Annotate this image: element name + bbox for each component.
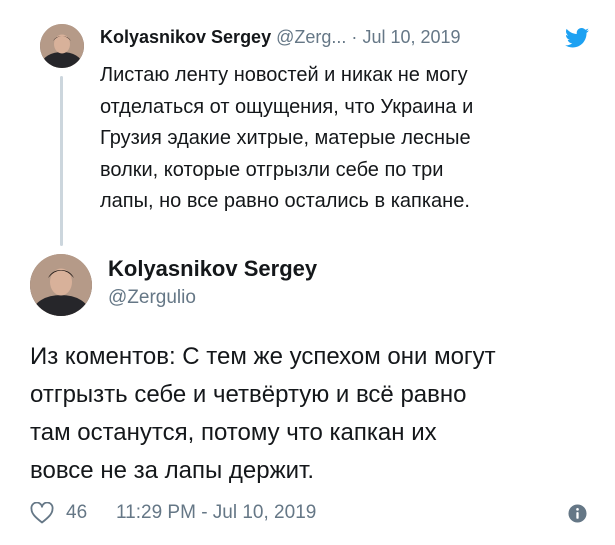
like-count[interactable]: 46 [66, 502, 87, 524]
heart-icon[interactable] [30, 502, 54, 524]
author-handle[interactable]: @Zergulio [108, 287, 196, 309]
info-icon[interactable] [568, 504, 587, 523]
tweet-timestamp[interactable]: 11:29 PM - Jul 10, 2019 [116, 502, 316, 524]
thread-connector-line [60, 76, 63, 246]
author-name[interactable]: Kolyasnikov Sergey [108, 256, 317, 282]
tweet-date[interactable]: Jul 10, 2019 [362, 27, 460, 47]
tweet-footer: 46 11:29 PM - Jul 10, 2019 [30, 500, 590, 528]
author-name[interactable]: Kolyasnikov Sergey [100, 27, 271, 47]
separator-dot: · [351, 27, 358, 47]
avatar-photo [40, 24, 84, 68]
tweet-text: Из коментов: С тем же успехом они могут … [30, 343, 496, 484]
quoted-tweet-header: Kolyasnikov Sergey @Zerg... · Jul 10, 20… [100, 27, 461, 48]
quoted-tweet-text: Листаю ленту новостей и никак не могу от… [100, 64, 474, 212]
twitter-bird-icon[interactable] [565, 28, 589, 48]
avatar[interactable] [40, 24, 84, 68]
avatar[interactable] [30, 254, 92, 316]
author-handle[interactable]: @Zerg... [276, 27, 346, 47]
avatar-photo [30, 254, 92, 316]
